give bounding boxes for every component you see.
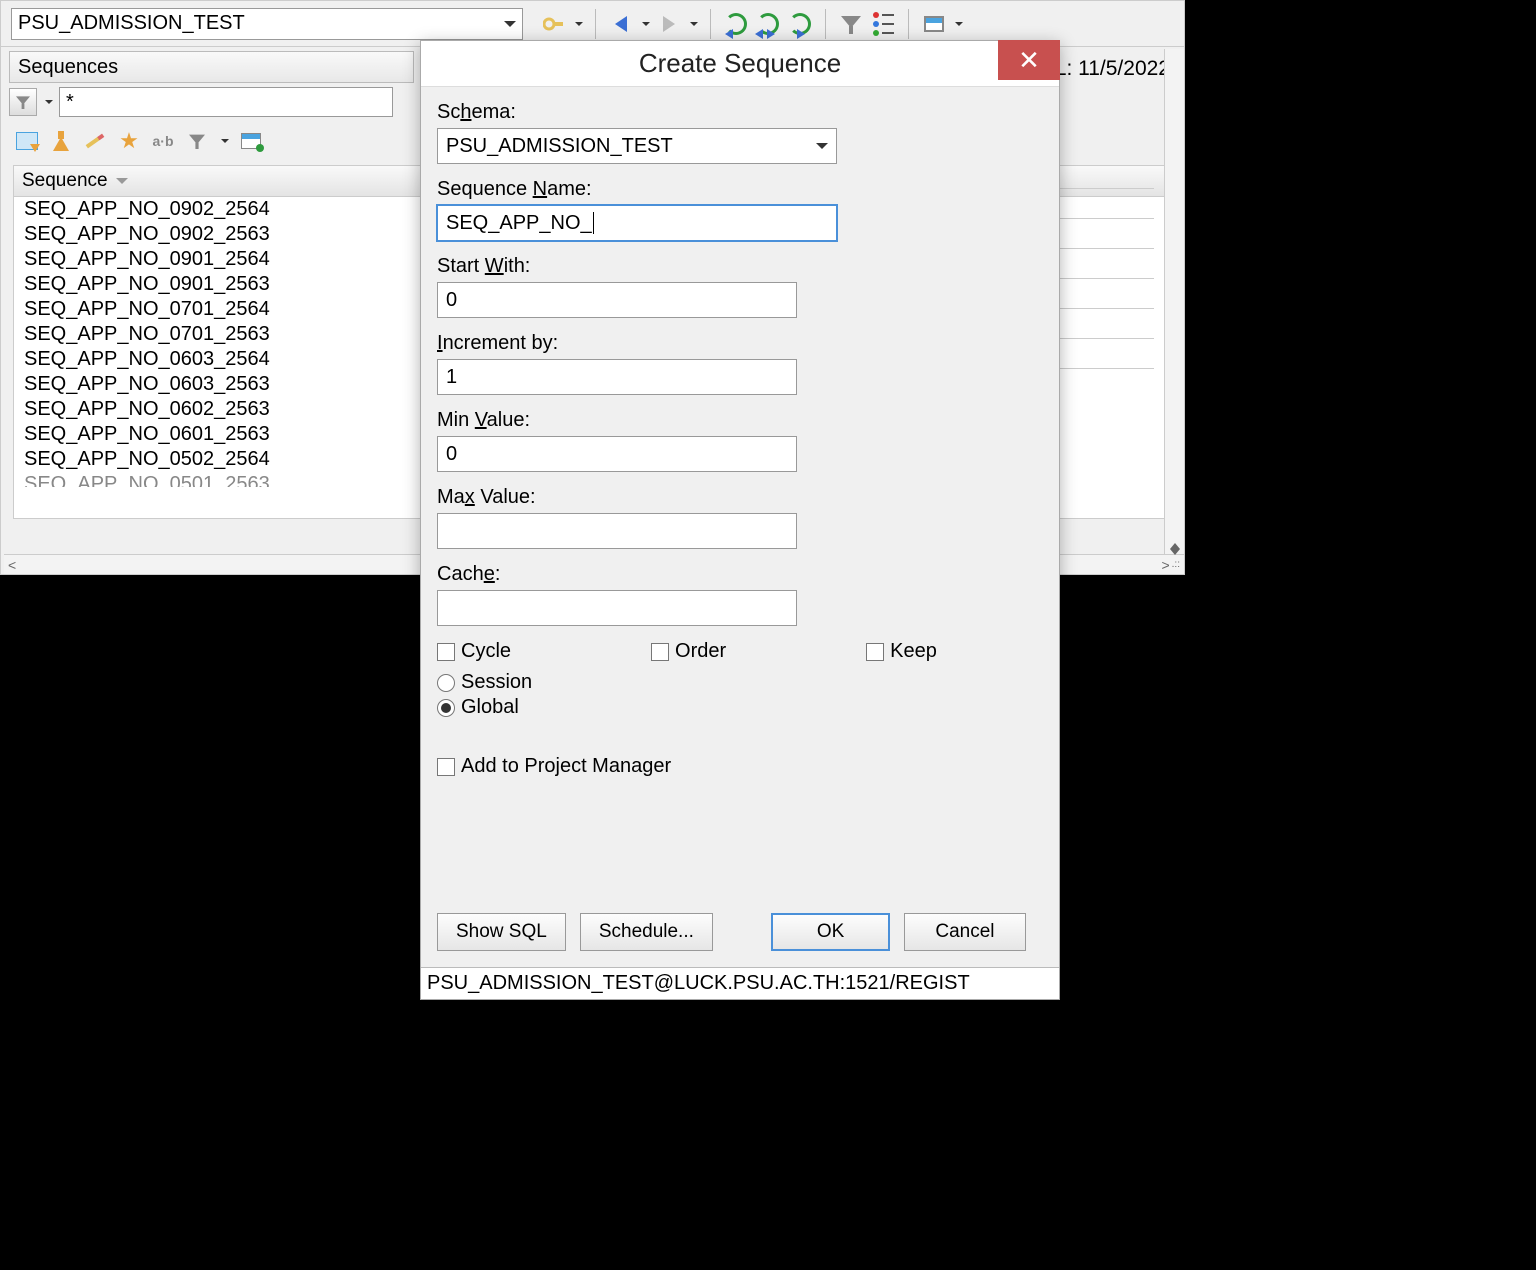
radio-icon: [437, 674, 455, 692]
filter-button[interactable]: [9, 88, 37, 116]
dropdown-icon[interactable]: [45, 100, 53, 104]
start-with-value: 0: [446, 289, 457, 312]
dialog-title-bar: Create Sequence ✕: [421, 41, 1059, 87]
grid-data-icon[interactable]: [239, 129, 263, 153]
order-label: Order: [675, 640, 726, 663]
checkbox-icon: [651, 643, 669, 661]
cycle-label: Cycle: [461, 640, 511, 663]
sequences-panel-label: Sequences: [9, 51, 414, 83]
chevron-down-icon: [504, 21, 516, 27]
dialog-title: Create Sequence: [639, 48, 841, 79]
show-sql-button[interactable]: Show SQL: [437, 913, 566, 951]
keep-checkbox[interactable]: Keep: [866, 640, 937, 663]
dialog-body: Schema: PSU_ADMISSION_TEST Sequence Name…: [421, 87, 1059, 897]
schema-label: Schema:: [437, 101, 1043, 124]
dialog-buttons: Show SQL Schedule... OK Cancel: [421, 897, 1059, 967]
dropdown-icon[interactable]: [642, 22, 650, 26]
refresh-one-icon[interactable]: [787, 11, 813, 37]
sequence-name-field[interactable]: SEQ_APP_NO_: [437, 205, 837, 241]
radio-icon: [437, 699, 455, 717]
schedule-button[interactable]: Schedule...: [580, 913, 713, 951]
cancel-button[interactable]: Cancel: [904, 913, 1025, 951]
dropdown-icon[interactable]: [221, 139, 229, 143]
checkbox-icon: [437, 758, 455, 776]
sequence-name-value: SEQ_APP_NO_: [446, 212, 592, 235]
filter-icon[interactable]: [838, 11, 864, 37]
cycle-checkbox[interactable]: Cycle: [437, 640, 511, 663]
schema-field[interactable]: PSU_ADMISSION_TEST: [437, 128, 837, 164]
min-value-label: Min Value:: [437, 409, 1043, 432]
view-options-icon[interactable]: [921, 11, 947, 37]
separator: [710, 9, 711, 39]
cache-field[interactable]: [437, 590, 797, 626]
filter-icon[interactable]: [185, 129, 209, 153]
start-with-label: Start With:: [437, 255, 1043, 278]
sort-icon: [116, 178, 128, 184]
toolbar-icons: [541, 9, 963, 39]
refresh-all-icon[interactable]: [755, 11, 781, 37]
global-label: Global: [461, 696, 519, 719]
rename-icon[interactable]: a·b: [151, 129, 175, 153]
create-sequence-dialog: Create Sequence ✕ Schema: PSU_ADMISSION_…: [420, 40, 1060, 1000]
back-arrow-icon[interactable]: [608, 11, 634, 37]
keep-label: Keep: [890, 640, 937, 663]
close-button[interactable]: ✕: [998, 40, 1060, 80]
separator: [595, 9, 596, 39]
start-with-field[interactable]: 0: [437, 282, 797, 318]
close-icon: ✕: [1018, 45, 1040, 76]
forward-arrow-icon[interactable]: [656, 11, 682, 37]
session-radio[interactable]: Session: [437, 671, 1043, 694]
cache-label: Cache:: [437, 563, 1043, 586]
dropdown-icon[interactable]: [955, 22, 963, 26]
session-label: Session: [461, 671, 532, 694]
increment-value: 1: [446, 366, 457, 389]
sequence-name-label: Sequence Name:: [437, 178, 1043, 201]
min-value-value: 0: [446, 443, 457, 466]
separator: [825, 9, 826, 39]
favorite-icon[interactable]: ★: [117, 129, 141, 153]
increment-label: Increment by:: [437, 332, 1043, 355]
add-to-project-checkbox[interactable]: Add to Project Manager: [437, 755, 1043, 778]
min-value-field[interactable]: 0: [437, 436, 797, 472]
schema-dropdown-value: PSU_ADMISSION_TEST: [18, 12, 245, 35]
sequence-column-label: Sequence: [22, 170, 108, 192]
checkbox-icon: [437, 643, 455, 661]
grid-lines-right: [1054, 159, 1154, 369]
global-radio[interactable]: Global: [437, 696, 1043, 719]
text-cursor: [593, 212, 594, 234]
create-icon[interactable]: [49, 129, 73, 153]
edit-icon[interactable]: [83, 129, 107, 153]
dropdown-icon[interactable]: [575, 22, 583, 26]
separator: [908, 9, 909, 39]
dropdown-icon[interactable]: [690, 22, 698, 26]
filter-input[interactable]: [59, 87, 393, 117]
ok-button[interactable]: OK: [771, 913, 890, 951]
increment-field[interactable]: 1: [437, 359, 797, 395]
max-value-field[interactable]: [437, 513, 797, 549]
add-to-project-label: Add to Project Manager: [461, 755, 671, 778]
checkbox-icon: [866, 643, 884, 661]
key-icon[interactable]: [541, 11, 567, 37]
schema-field-value: PSU_ADMISSION_TEST: [446, 135, 673, 158]
list-view-icon[interactable]: [870, 11, 896, 37]
chevron-down-icon: [816, 143, 828, 149]
vertical-scrollbar[interactable]: [1164, 49, 1184, 554]
max-value-label: Max Value:: [437, 486, 1043, 509]
order-checkbox[interactable]: Order: [651, 640, 726, 663]
dialog-status-bar: PSU_ADMISSION_TEST@LUCK.PSU.AC.TH:1521/R…: [421, 967, 1059, 999]
schema-dropdown[interactable]: PSU_ADMISSION_TEST: [11, 8, 523, 40]
refresh-icon[interactable]: [723, 11, 749, 37]
view-sql-icon[interactable]: [15, 129, 39, 153]
